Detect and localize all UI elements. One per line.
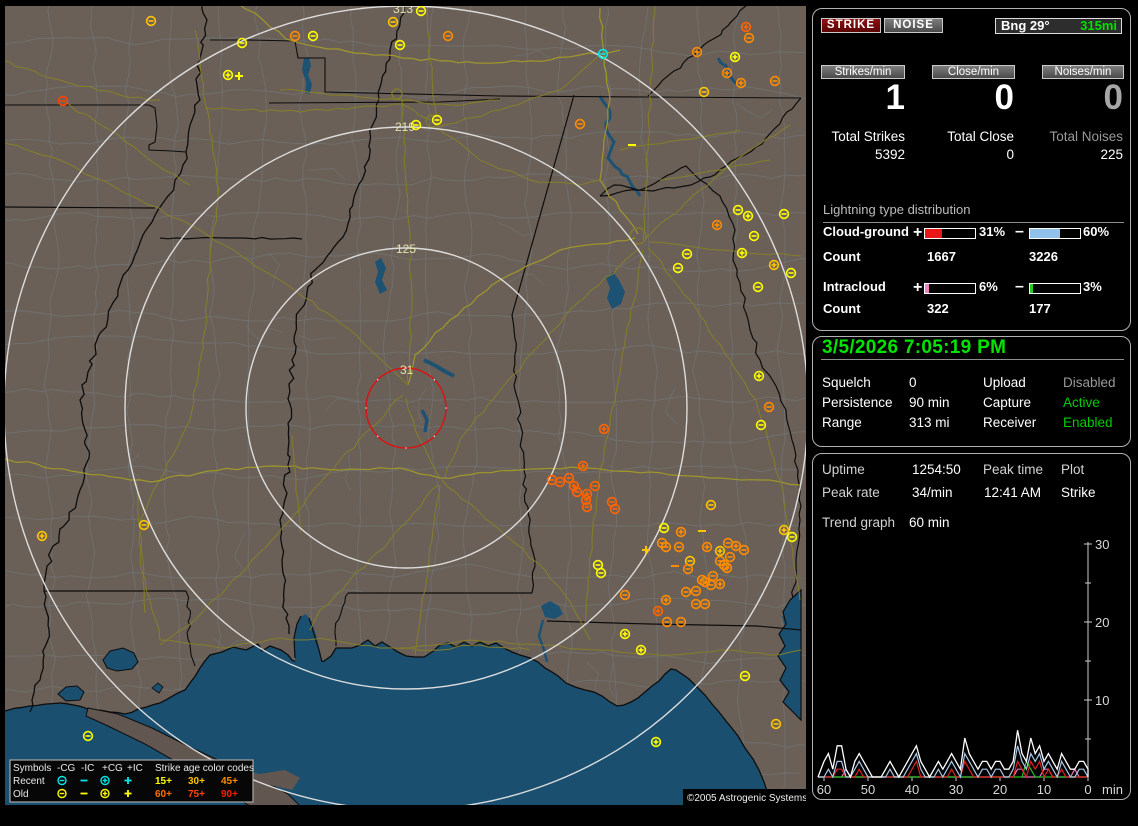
svg-text:-CG: -CG [57,763,76,774]
svg-text:31: 31 [400,363,414,377]
svg-text:+CG: +CG [102,763,123,774]
svg-text:125: 125 [396,242,416,256]
svg-text:©2005 Astrogenic Systems: ©2005 Astrogenic Systems [687,793,806,804]
svg-text:30: 30 [949,782,963,797]
svg-text:Recent: Recent [13,776,45,787]
svg-text:-IC: -IC [81,763,94,774]
svg-text:60+: 60+ [155,789,172,800]
svg-text:30+: 30+ [188,776,205,787]
svg-text:313: 313 [393,6,413,16]
svg-text:min: min [1102,782,1123,797]
svg-text:Old: Old [13,789,29,800]
svg-text:+IC: +IC [127,763,143,774]
svg-text:60: 60 [817,782,831,797]
svg-text:10: 10 [1037,782,1051,797]
svg-text:15+: 15+ [155,776,172,787]
svg-text:20: 20 [993,782,1007,797]
svg-text:Symbols: Symbols [13,763,51,774]
svg-text:Strike age color codes: Strike age color codes [155,763,254,774]
svg-text:20: 20 [1095,615,1109,630]
svg-text:30: 30 [1095,537,1109,552]
svg-text:40: 40 [905,782,919,797]
svg-text:45+: 45+ [221,776,238,787]
svg-text:75+: 75+ [188,789,205,800]
svg-text:90+: 90+ [221,789,238,800]
svg-text:10: 10 [1095,693,1109,708]
svg-text:0: 0 [1084,782,1091,797]
svg-text:50: 50 [861,782,875,797]
